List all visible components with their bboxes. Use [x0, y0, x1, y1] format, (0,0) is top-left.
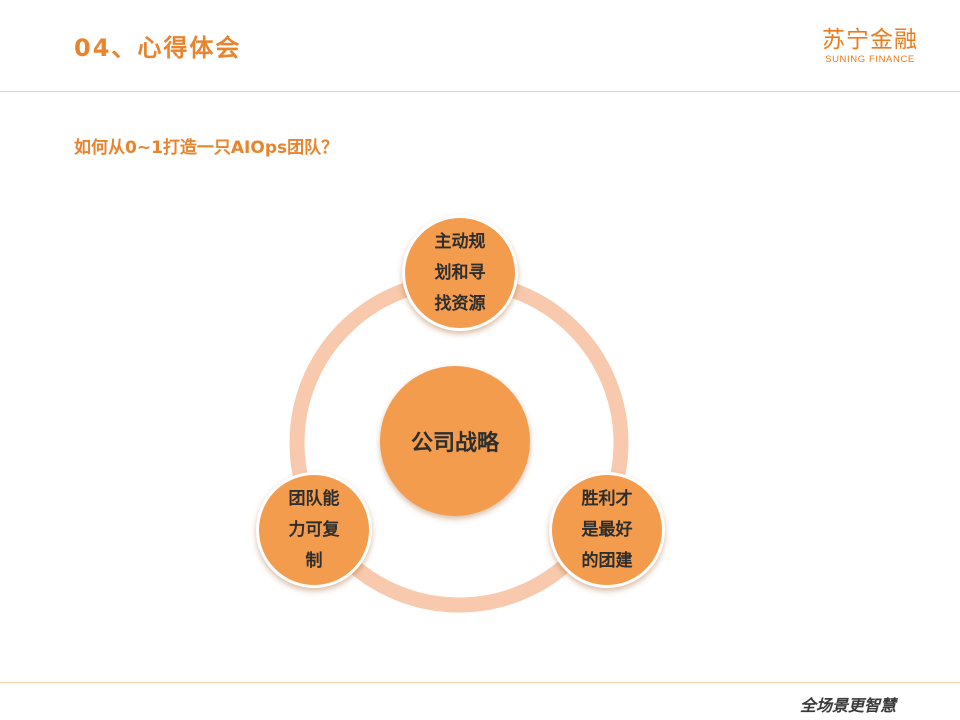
node-bottom-right-label: 胜利才是最好的团建: [581, 488, 633, 571]
node-bottom-left: 团队能力可复制: [256, 472, 372, 588]
node-top: 主动规划和寻找资源: [402, 215, 518, 331]
node-center-label: 公司战略: [410, 431, 499, 456]
node-center: 公司战略: [380, 366, 530, 516]
node-top-label: 主动规划和寻找资源: [434, 231, 486, 314]
slogan-text: 全场景更智慧: [800, 696, 897, 715]
cycle-ring: [289, 273, 629, 613]
footer-divider: [0, 682, 960, 683]
node-bottom-right: 胜利才是最好的团建: [549, 472, 665, 588]
footer-slogan: 全场景更智慧: [800, 692, 896, 716]
node-bottom-left-label: 团队能力可复制: [288, 488, 340, 571]
